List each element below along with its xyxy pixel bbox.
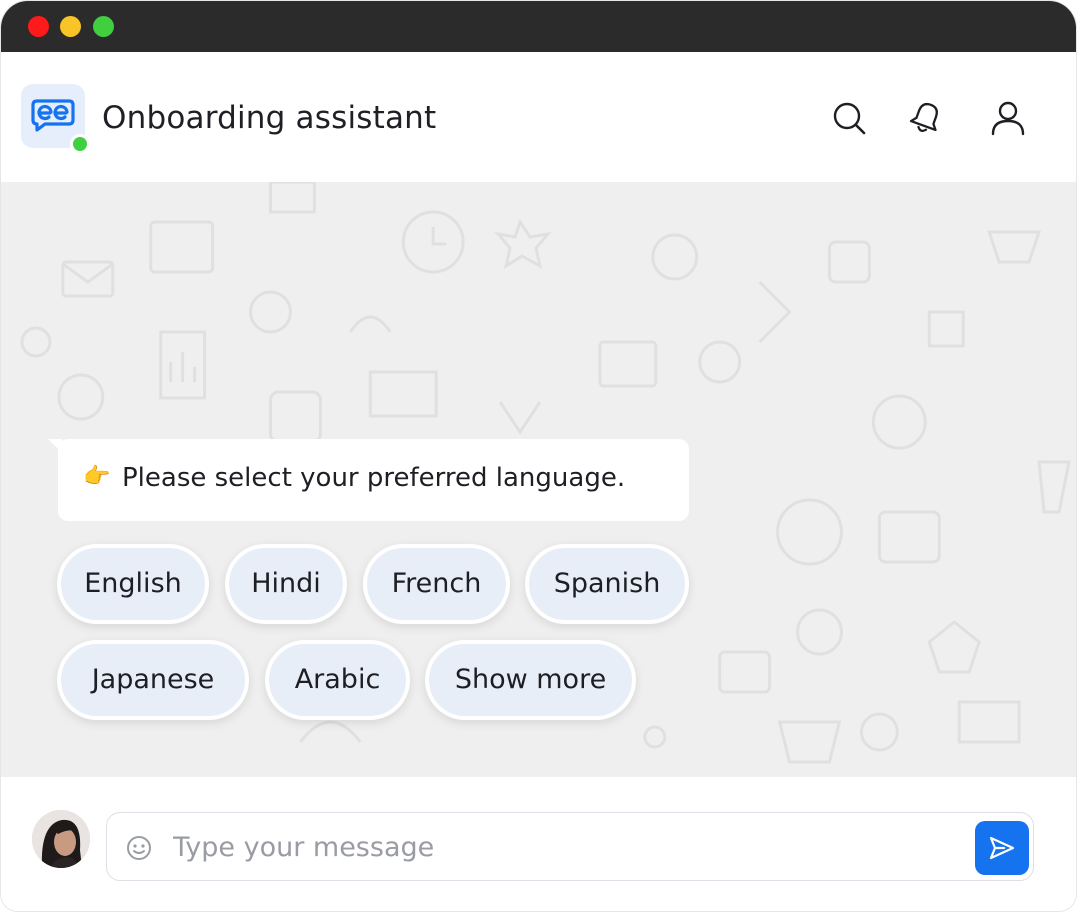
chat-messages-area[interactable]: 👉 Please select your preferred language.… [1, 182, 1076, 777]
close-window-button[interactable] [28, 16, 49, 37]
message-input[interactable] [173, 825, 963, 869]
user-icon [991, 101, 1025, 136]
chat-header: Onboarding assistant [1, 52, 1076, 182]
message-composer [1, 777, 1076, 911]
chat-window: Onboarding assistant 👉 Please select you… [0, 0, 1077, 912]
chat-bubble-logo-icon [31, 99, 75, 132]
maximize-window-button[interactable] [93, 16, 114, 37]
user-profile-button[interactable] [990, 100, 1026, 136]
online-status-indicator [70, 134, 90, 154]
notifications-button[interactable] [908, 100, 944, 136]
bot-message-text: Please select your preferred language. [122, 463, 626, 493]
bell-icon [909, 102, 938, 133]
language-option-english[interactable]: English [57, 544, 209, 624]
language-option-japanese[interactable]: Japanese [57, 640, 249, 720]
pointing-hand-emoji-icon: 👉 [83, 464, 111, 489]
language-option-hindi[interactable]: Hindi [225, 544, 347, 624]
avatar [32, 810, 90, 868]
language-option-french[interactable]: French [363, 544, 510, 624]
user-avatar-image [32, 810, 90, 868]
language-option-arabic[interactable]: Arabic [265, 640, 410, 720]
show-more-options-button[interactable]: Show more [425, 640, 636, 720]
send-button[interactable] [975, 821, 1029, 875]
bot-message-bubble: 👉 Please select your preferred language. [58, 439, 689, 521]
window-titlebar [1, 1, 1076, 52]
message-input-container [106, 812, 1034, 881]
smiley-icon[interactable] [126, 835, 152, 861]
search-icon [833, 102, 866, 135]
search-button[interactable] [831, 100, 867, 136]
send-icon [989, 836, 1015, 860]
page-title: Onboarding assistant [102, 100, 437, 136]
minimize-window-button[interactable] [60, 16, 81, 37]
language-option-spanish[interactable]: Spanish [525, 544, 689, 624]
